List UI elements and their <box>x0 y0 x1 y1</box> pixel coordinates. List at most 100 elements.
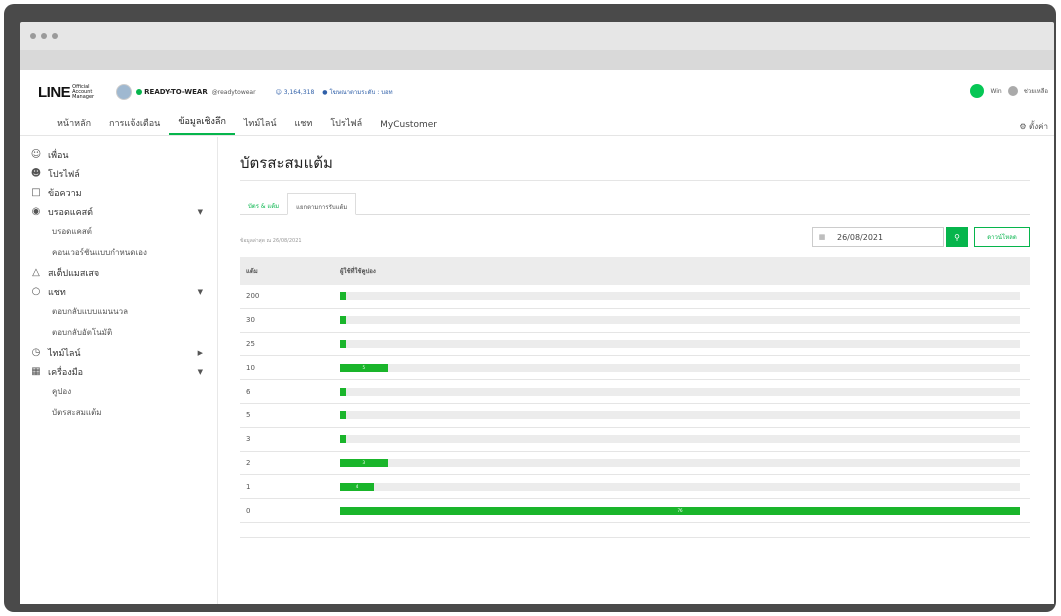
download-button[interactable]: ดาวน์โหลด <box>974 227 1030 247</box>
sidebar-item-profile[interactable]: ☻ โปรไฟล์ <box>20 164 217 183</box>
account-name[interactable]: READY-TO-WEAR <box>144 88 208 96</box>
chevron-down-icon: ▼ <box>197 287 203 296</box>
broadcast-icon: ◉ <box>31 206 41 217</box>
date-picker-input[interactable]: ▦ 26/08/2021 <box>812 227 944 247</box>
settings-label: ตั้งค่า <box>1029 122 1048 131</box>
app-window: LINE Official Account Manager READY-TO-W… <box>20 70 1054 604</box>
sidebar-subitem-custom-conversion[interactable]: คอนเวอร์ชันแบบกำหนดเอง <box>20 242 217 263</box>
filter-toolbar: ข้อมูลล่าสุด ณ 26/08/2021 ▦ 26/08/2021 ⚲… <box>240 215 1030 257</box>
plan-info-text: โฆษณาตามระดับ : บอท <box>329 89 393 96</box>
status-indicator-icon[interactable] <box>970 84 985 98</box>
sidebar-subitem-coupon[interactable]: คูปอง <box>20 381 217 402</box>
bar-fill <box>340 411 346 420</box>
follower-count: ☺ 3,164,318 <box>275 88 315 96</box>
sidebar-item-messages[interactable]: □ ข้อความ <box>20 183 217 202</box>
table-header: แต้ม ผู้ใช้ที่ใช้คูปอง <box>240 257 1030 285</box>
table-bottom-divider <box>240 536 1030 538</box>
table-row: 30 <box>240 309 1030 333</box>
points-value: 1 <box>246 482 251 491</box>
points-value: 30 <box>246 316 255 325</box>
sidebar-item-timeline[interactable]: ◷ ไทม์ไลน์ ▶ <box>20 343 217 362</box>
search-icon: ⚲ <box>954 232 960 242</box>
toolbox-icon: ▦ <box>31 366 41 377</box>
bar-fill <box>340 339 346 348</box>
bar-fill: 76 <box>340 506 1020 515</box>
nav-chat[interactable]: แชท <box>286 116 322 135</box>
table-row: 5 <box>240 404 1030 428</box>
bar-fill <box>340 316 346 325</box>
message-icon: □ <box>31 187 41 198</box>
device-frame: LINE Official Account Manager READY-TO-W… <box>4 4 1056 612</box>
line-logo[interactable]: LINE <box>38 84 71 101</box>
nav-insights[interactable]: ข้อมูลเชิงลึก <box>169 114 235 135</box>
nav-profile[interactable]: โปรไฟล์ <box>321 116 371 135</box>
browser-titlebar <box>20 22 1054 50</box>
sidebar-item-step-message[interactable]: △ สเต็ปแมสเสจ <box>20 263 217 282</box>
main-nav: หน้าหลัก การแจ้งเตือน ข้อมูลเชิงลึก ไทม์… <box>20 114 1054 136</box>
bar-track <box>340 387 1020 396</box>
chat-icon: ○ <box>31 286 41 297</box>
sidebar-subitem-broadcast[interactable]: บรอดแคสต์ <box>20 221 217 242</box>
help-icon[interactable] <box>1007 86 1018 96</box>
bar-fill <box>340 435 346 444</box>
table-row: 10 5 <box>240 356 1030 381</box>
bar-fill: 5 <box>340 363 388 372</box>
bar-track: 3 <box>340 458 1020 467</box>
points-value: 6 <box>246 387 251 396</box>
chevron-down-icon: ▼ <box>197 367 203 376</box>
browser-address-bar <box>20 50 1054 70</box>
sidebar: ☺ เพื่อน ☻ โปรไฟล์ □ ข้อความ ◉ บรอดแคสต์ ▼ บร… <box>20 137 218 604</box>
last-updated-text: ข้อมูลล่าสุด ณ 26/08/2021 <box>240 238 302 244</box>
person-icon: ☺ <box>30 149 42 160</box>
main-content: บัตรสะสมแต้ม บัตร & แต้ม แยกตามการรับแต้… <box>240 137 1030 604</box>
sidebar-item-friends[interactable]: ☺ เพื่อน <box>20 145 217 164</box>
bar-track <box>340 316 1020 325</box>
window-close-dot[interactable] <box>30 33 36 39</box>
window-minimize-dot[interactable] <box>41 33 47 39</box>
points-value: 200 <box>246 292 260 301</box>
bar-track: 4 <box>340 482 1020 491</box>
points-value: 10 <box>246 363 255 372</box>
points-value: 3 <box>246 435 251 444</box>
nav-home[interactable]: หน้าหลัก <box>48 116 100 135</box>
sidebar-item-label: สเต็ปแมสเสจ <box>48 268 100 279</box>
settings-button[interactable]: ⚙ ตั้งค่า <box>1019 120 1048 133</box>
chevron-down-icon: ▼ <box>197 207 203 216</box>
bar-track <box>340 292 1020 301</box>
sidebar-subitem-reward-card[interactable]: บัตรสะสมแต้ม <box>20 402 217 423</box>
help-link[interactable]: ช่วยเหลือ <box>1024 86 1048 96</box>
column-header-points: แต้ม <box>246 268 258 275</box>
table-row: 23 <box>240 452 1030 476</box>
page-title: บัตรสะสมแต้ม <box>240 137 1030 181</box>
clock-icon: ◷ <box>31 347 41 358</box>
sidebar-item-tools[interactable]: ▦ เครื่องมือ ▼ <box>20 362 217 381</box>
nav-notifications[interactable]: การแจ้งเตือน <box>100 116 169 135</box>
points-table: แต้ม ผู้ใช้ที่ใช้คูปอง 200 30 25 10 5 6 5 3 2 3 1 4… <box>240 257 1030 523</box>
date-value: 26/08/2021 <box>837 232 884 242</box>
nav-mycustomer[interactable]: MyCustomer <box>371 120 446 135</box>
tab-card-points[interactable]: บัตร & แต้ม <box>240 193 287 214</box>
sidebar-item-label: แชท <box>48 287 66 298</box>
chevron-right-icon: ▶ <box>197 348 203 357</box>
nav-timeline[interactable]: ไทม์ไลน์ <box>235 116 286 135</box>
sidebar-item-broadcast[interactable]: ◉ บรอดแคสต์ ▼ <box>20 202 217 221</box>
tab-bar: บัตร & แต้ม แยกตามการรับแต้ม <box>240 193 1030 215</box>
status-label[interactable]: Win <box>990 88 1001 95</box>
calendar-icon: ▦ <box>818 233 826 241</box>
search-button[interactable]: ⚲ <box>946 227 968 247</box>
window-maximize-dot[interactable] <box>52 33 58 39</box>
tab-by-points-received[interactable]: แยกตามการรับแต้ม <box>287 193 357 215</box>
column-header-users: ผู้ใช้ที่ใช้คูปอง <box>340 268 376 275</box>
table-row: 0 76 <box>240 499 1030 523</box>
bar-track: 76 <box>340 506 1020 515</box>
account-avatar[interactable] <box>116 84 133 100</box>
plan-info[interactable]: ● โฆษณาตามระดับ : บอท <box>322 87 392 97</box>
sidebar-subitem-auto-reply[interactable]: ตอบกลับอัตโนมัติ <box>20 322 217 343</box>
sidebar-item-label: ไทม์ไลน์ <box>48 348 81 359</box>
gear-icon: ⚙ <box>1019 122 1027 131</box>
sidebar-item-label: ข้อความ <box>48 188 82 199</box>
sidebar-subitem-manual-reply[interactable]: ตอบกลับแบบแมนนวล <box>20 301 217 322</box>
table-body: 200 30 25 10 5 6 5 3 2 3 1 4 0 76 <box>240 285 1030 523</box>
sidebar-item-chat[interactable]: ○ แชท ▼ <box>20 282 217 301</box>
sidebar-item-label: เพื่อน <box>48 150 69 161</box>
